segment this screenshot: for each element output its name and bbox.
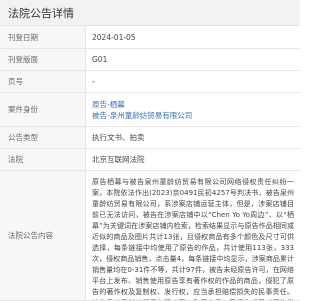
court-value: 北京互联网法院 [92,155,145,164]
type-label: 公告类型 [0,127,86,148]
row-content: 法院公告内容 原告栖幕与被告泉州童龄纺贸易有限公司网络侵权责任纠纷一案，本院依法… [0,171,300,301]
row-page-number: 页号 - [0,71,300,93]
page-value: G01 [92,55,108,64]
page-number-value: - [92,77,95,86]
row-parties: 案件身份 原告-栖幕 被告-泉州童龄纺贸易有限公司 [0,93,300,127]
court-label: 法院 [0,149,86,170]
content-text: 原告栖幕与被告泉州童龄纺贸易有限公司网络侵权责任纠纷一案，本院依法作出(2023… [92,178,294,300]
page-title: 法院公告详情 [8,6,74,20]
page-number-label: 页号 [0,71,86,92]
page-title-bar: 法院公告详情 [0,0,300,26]
notice-detail-table: 刊登日期 2024-01-05 刊登版面 G01 页号 - 案件身份 原告-栖幕… [0,26,300,301]
content-label: 法院公告内容 [0,171,86,300]
parties-value: 原告-栖幕 被告-泉州童龄纺贸易有限公司 [86,93,300,126]
plaintiff-link[interactable]: 原告-栖幕 [92,99,125,110]
row-date: 刊登日期 2024-01-05 [0,26,300,49]
row-type: 公告类型 执行文书、拍卖 [0,127,300,149]
row-page: 刊登版面 G01 [0,49,300,71]
date-label: 刊登日期 [0,26,86,48]
row-court: 法院 北京互联网法院 [0,149,300,171]
parties-label: 案件身份 [0,93,86,126]
type-value: 执行文书、拍卖 [92,133,145,142]
date-value: 2024-01-05 [92,32,136,42]
defendant-link[interactable]: 被告-泉州童龄纺贸易有限公司 [92,110,192,121]
page-label: 刊登版面 [0,49,86,70]
